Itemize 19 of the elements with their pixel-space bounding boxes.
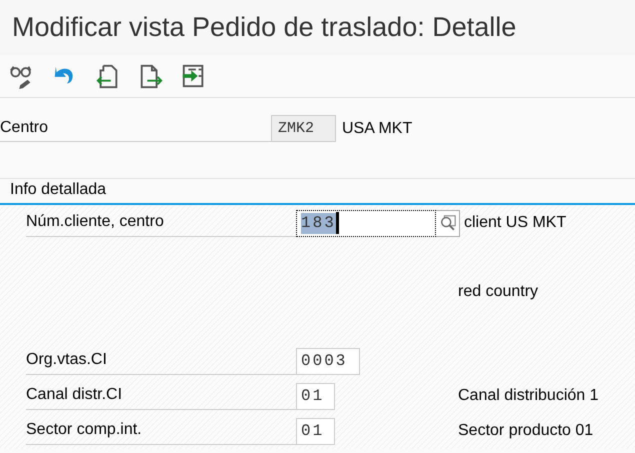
- field-description: USA MKT: [341, 120, 412, 138]
- input-field[interactable]: 01: [296, 382, 335, 410]
- input-field[interactable]: 0003: [296, 348, 360, 374]
- value-display: ZMK2: [271, 115, 336, 142]
- field-label: Núm.cliente, centro: [26, 208, 296, 237]
- field-description: Canal distribución 1: [458, 387, 599, 405]
- input-field[interactable]: 01: [296, 418, 335, 444]
- field-label: Canal distr.CI: [26, 381, 296, 410]
- field-label: Sector comp.int.: [26, 416, 296, 445]
- field-label: Centro: [0, 115, 271, 142]
- field-description: Sector producto 01: [458, 422, 594, 440]
- field-description: red country: [458, 283, 538, 301]
- input-field[interactable]: 183: [296, 210, 436, 236]
- field-label: Org.vtas.CI: [26, 346, 296, 375]
- search-icon: [438, 214, 456, 232]
- window-title: Modificar vista Pedido de traslado: Detalle: [12, 12, 516, 43]
- field-description: client US MKT: [463, 214, 566, 232]
- search-button[interactable]: [436, 210, 460, 236]
- page-right-arrow-icon[interactable]: [138, 63, 164, 89]
